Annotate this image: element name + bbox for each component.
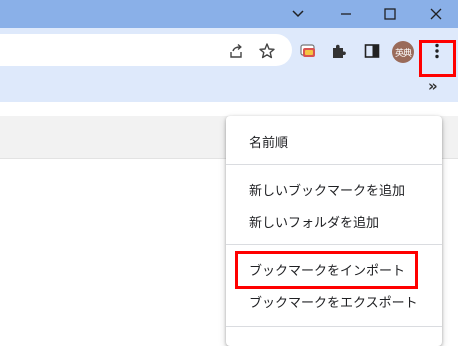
extensions-menu-button[interactable] bbox=[328, 40, 350, 62]
maximize-button[interactable] bbox=[370, 0, 410, 28]
menu-item-label: 名前順 bbox=[249, 135, 289, 151]
menu-item-label: 新しいブックマークを追加 bbox=[249, 183, 406, 199]
minimize-icon bbox=[341, 13, 351, 15]
puzzle-icon bbox=[333, 44, 346, 58]
menu-separator bbox=[226, 326, 442, 327]
import-item-highlight-box bbox=[235, 251, 418, 289]
menu-item-add-folder[interactable]: 新しいフォルダを追加 bbox=[226, 206, 442, 236]
menu-item-add-bookmark[interactable]: 新しいブックマークを追加 bbox=[226, 174, 442, 204]
profile-avatar[interactable]: 英典 bbox=[392, 41, 414, 63]
menu-separator bbox=[226, 244, 442, 245]
menu-item-export-bookmarks[interactable]: ブックマークをエクスポート bbox=[226, 286, 442, 316]
chevron-down-icon bbox=[292, 10, 304, 18]
chrome-menu-highlight-box bbox=[419, 40, 456, 77]
profile-initials: 英典 bbox=[394, 48, 412, 59]
share-button[interactable] bbox=[225, 40, 247, 62]
bookmarks-overflow-chevron[interactable]: » bbox=[428, 77, 438, 95]
minimize-button[interactable] bbox=[326, 0, 366, 28]
menu-item-label: 新しいフォルダを追加 bbox=[249, 215, 380, 231]
bookmark-manager-menu: 名前順 新しいブックマークを追加 新しいフォルダを追加 ブックマークをインポート… bbox=[226, 116, 442, 346]
extension-button[interactable] bbox=[297, 40, 319, 62]
bookmark-star-button[interactable] bbox=[256, 40, 278, 62]
tab-search-button[interactable] bbox=[278, 0, 318, 28]
side-panel-icon bbox=[364, 44, 380, 58]
bookmarks-bar: » bbox=[0, 74, 458, 102]
menu-separator bbox=[226, 164, 442, 165]
extension-app-icon bbox=[300, 44, 315, 57]
maximize-icon bbox=[384, 8, 396, 20]
share-icon bbox=[230, 43, 242, 58]
window-title-bar bbox=[0, 0, 458, 28]
side-panel-button[interactable] bbox=[361, 40, 383, 62]
star-icon bbox=[259, 43, 275, 59]
menu-item-label: ブックマークをエクスポート bbox=[249, 295, 418, 311]
close-button[interactable] bbox=[416, 0, 456, 28]
close-icon bbox=[430, 8, 442, 20]
address-bar[interactable] bbox=[0, 34, 292, 66]
menu-item-sort-by-name[interactable]: 名前順 bbox=[226, 126, 442, 156]
